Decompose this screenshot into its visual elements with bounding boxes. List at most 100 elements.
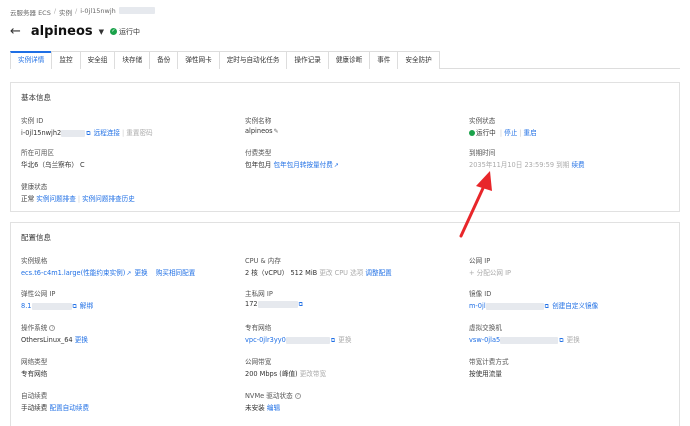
renew-link[interactable]: 续费 <box>571 161 584 169</box>
field-label: 公网 IP <box>469 257 491 265</box>
chevron-down-icon[interactable]: ▼ <box>99 28 104 36</box>
field-label: 实例名称 <box>245 117 272 125</box>
field-label: 专有网络 <box>245 324 272 332</box>
instance-status-value: 运行中 <box>476 129 496 137</box>
field-label: 虚拟交换机 <box>469 324 502 332</box>
convert-billing-link[interactable]: 包年包月转按量付费 <box>273 161 332 169</box>
create-custom-image-link[interactable]: 创建自定义镜像 <box>552 302 598 310</box>
field-label: CPU & 内存 <box>245 257 281 265</box>
ecs-instance-page: 云服务器 ECS / 实例 / i-0jl15nwjh ← alpineos ▼… <box>0 0 690 426</box>
edit-nvme-link[interactable]: 编辑 <box>267 404 280 412</box>
vswitch-value[interactable]: vsw-0jla5 <box>469 336 500 344</box>
field-label: 主私网 IP <box>245 290 273 298</box>
auto-renew-field: 手动续费 配置自动续费 <box>21 402 89 412</box>
status-text: 运行中 <box>119 27 141 36</box>
cpu-value: 2 核（vCPU） 512 MiB <box>245 269 318 277</box>
field-label: 到期时间 <box>469 149 496 157</box>
billing-value: 包年包月 <box>245 161 272 169</box>
instance-name-field: alpineos✎ <box>245 127 280 135</box>
tab-eni[interactable]: 弹性网卡 <box>177 51 220 69</box>
image-field: m-0jl ⧉ 创建自定义镜像 <box>469 300 598 311</box>
tab-events[interactable]: 事件 <box>369 51 399 69</box>
buy-same-config-link[interactable]: 购买相同配置 <box>156 269 196 277</box>
change-vpc-link[interactable]: 更换 <box>338 336 351 344</box>
tab-block-storage[interactable]: 块存储 <box>114 51 151 69</box>
copy-icon[interactable]: ⧉ <box>299 301 303 309</box>
os-field: OthersLinux_64 更换 <box>21 334 88 344</box>
basic-info-card: 基本信息 实例 ID i-0jl15nwjh2 ⧉ 远程连接 | 重置密码 实例名称 … <box>10 82 680 212</box>
health-field: 正常 实例问题排查 | 实例问题排查历史 <box>21 195 135 203</box>
change-vswitch-link[interactable]: 更换 <box>567 336 580 344</box>
copy-icon[interactable]: ⧉ <box>73 303 77 311</box>
field-label: 自动续费 <box>21 392 48 400</box>
config-info-card: 配置信息 实例规格 ecs.t6-c4m1.large(性能约束实例)↗ 更换 … <box>10 222 680 426</box>
spec-value[interactable]: ecs.t6-c4m1.large(性能约束实例) <box>21 269 125 277</box>
breadcrumb-separator: / <box>53 7 57 15</box>
tab-security-protection[interactable]: 安全防护 <box>397 51 440 69</box>
expire-field: 2035年11月10日 23:59:59 到期 续费 <box>469 159 585 169</box>
field-label: 实例规格 <box>21 257 48 265</box>
image-id-value[interactable]: m-0jl <box>469 302 486 310</box>
copy-icon[interactable]: ⧉ <box>331 337 335 345</box>
troubleshoot-link[interactable]: 实例问题排查 <box>36 195 76 203</box>
reset-password-link[interactable]: 重置密码 <box>126 129 152 137</box>
change-cpu-option-link[interactable]: 更改 CPU 选项 <box>319 269 363 277</box>
eip-value[interactable]: 8.1 <box>21 302 32 310</box>
expire-suffix: 到期 <box>556 161 570 169</box>
breadcrumb-parent[interactable]: 实例 <box>59 7 72 17</box>
health-value: 正常 <box>21 195 35 203</box>
tab-instance-details[interactable]: 实例详情 <box>10 51 53 69</box>
tab-security-group[interactable]: 安全组 <box>79 51 116 69</box>
copy-icon[interactable]: ⧉ <box>545 303 549 311</box>
field-label: 所在可用区 <box>21 149 54 157</box>
tab-health-diagnosis[interactable]: 健康诊断 <box>327 51 371 69</box>
change-bandwidth-link[interactable]: 更改带宽 <box>300 370 326 378</box>
unbind-link[interactable]: 解绑 <box>80 302 93 310</box>
redacted-text <box>500 336 559 344</box>
external-link-icon: ↗ <box>126 270 132 277</box>
section-heading: 基本信息 <box>21 93 51 102</box>
field-label: 镜像 ID <box>469 290 492 298</box>
os-label: 操作系统 <box>21 324 48 332</box>
vswitch-field: vsw-0jla5 ⧉ 更换 <box>469 334 580 345</box>
stop-link[interactable]: 停止 <box>504 129 517 137</box>
status-badge: ✓ 运行中 <box>110 27 140 37</box>
troubleshoot-history-link[interactable]: 实例问题排查历史 <box>82 195 135 203</box>
change-spec-link[interactable]: 更换 <box>134 269 147 277</box>
field-label: 操作系统 ? <box>21 322 56 332</box>
breadcrumb-root[interactable]: 云服务器 ECS <box>10 7 51 17</box>
help-icon[interactable]: ? <box>49 325 56 331</box>
remote-connect-link[interactable]: 远程连接 <box>94 129 120 137</box>
instance-status-field: 运行中 | 停止 | 重启 <box>469 127 537 137</box>
tab-backup[interactable]: 备份 <box>149 51 179 69</box>
field-label: 带宽计费方式 <box>469 358 509 366</box>
resize-link[interactable]: 调整配置 <box>365 269 391 277</box>
field-label: NVMe 驱动状态 ? <box>245 390 301 400</box>
edit-icon[interactable]: ✎ <box>274 128 279 135</box>
restart-link[interactable]: 重启 <box>524 129 537 137</box>
help-icon[interactable]: ? <box>294 393 301 399</box>
page-header: ← alpineos ▼ ✓ 运行中 <box>10 24 140 39</box>
tab-operation-log[interactable]: 操作记录 <box>286 51 329 69</box>
page-title: alpineos <box>30 24 93 39</box>
breadcrumb-current: i-0jl15nwjh <box>80 7 116 15</box>
instance-name-value: alpineos <box>245 127 273 135</box>
spec-field: ecs.t6-c4m1.large(性能约束实例)↗ 更换 购买相同配置 <box>21 267 195 277</box>
assign-public-ip-link[interactable]: + 分配公网 IP <box>469 267 511 277</box>
auto-renew-value: 手动续费 <box>21 404 48 412</box>
field-label: 弹性公网 IP <box>21 290 56 298</box>
eip-field: 8.1 ⧉ 解绑 <box>21 300 93 311</box>
tab-scheduled-tasks[interactable]: 定时与自动化任务 <box>218 51 288 69</box>
copy-icon[interactable]: ⧉ <box>559 337 563 345</box>
breadcrumb: 云服务器 ECS / 实例 / i-0jl15nwjh <box>10 7 155 17</box>
tab-monitoring[interactable]: 监控 <box>51 51 81 69</box>
bandwidth-value: 200 Mbps (峰值) <box>245 370 298 378</box>
copy-icon[interactable]: ⧉ <box>86 130 90 138</box>
field-label: 实例 ID <box>21 117 44 125</box>
change-os-link[interactable]: 更换 <box>75 336 88 344</box>
vpc-value[interactable]: vpc-0jlr3yy0 <box>245 336 286 344</box>
redacted-text <box>285 336 330 344</box>
back-arrow-icon[interactable]: ← <box>10 25 21 38</box>
redacted-text <box>61 129 86 137</box>
configure-auto-renew-link[interactable]: 配置自动续费 <box>49 404 89 412</box>
